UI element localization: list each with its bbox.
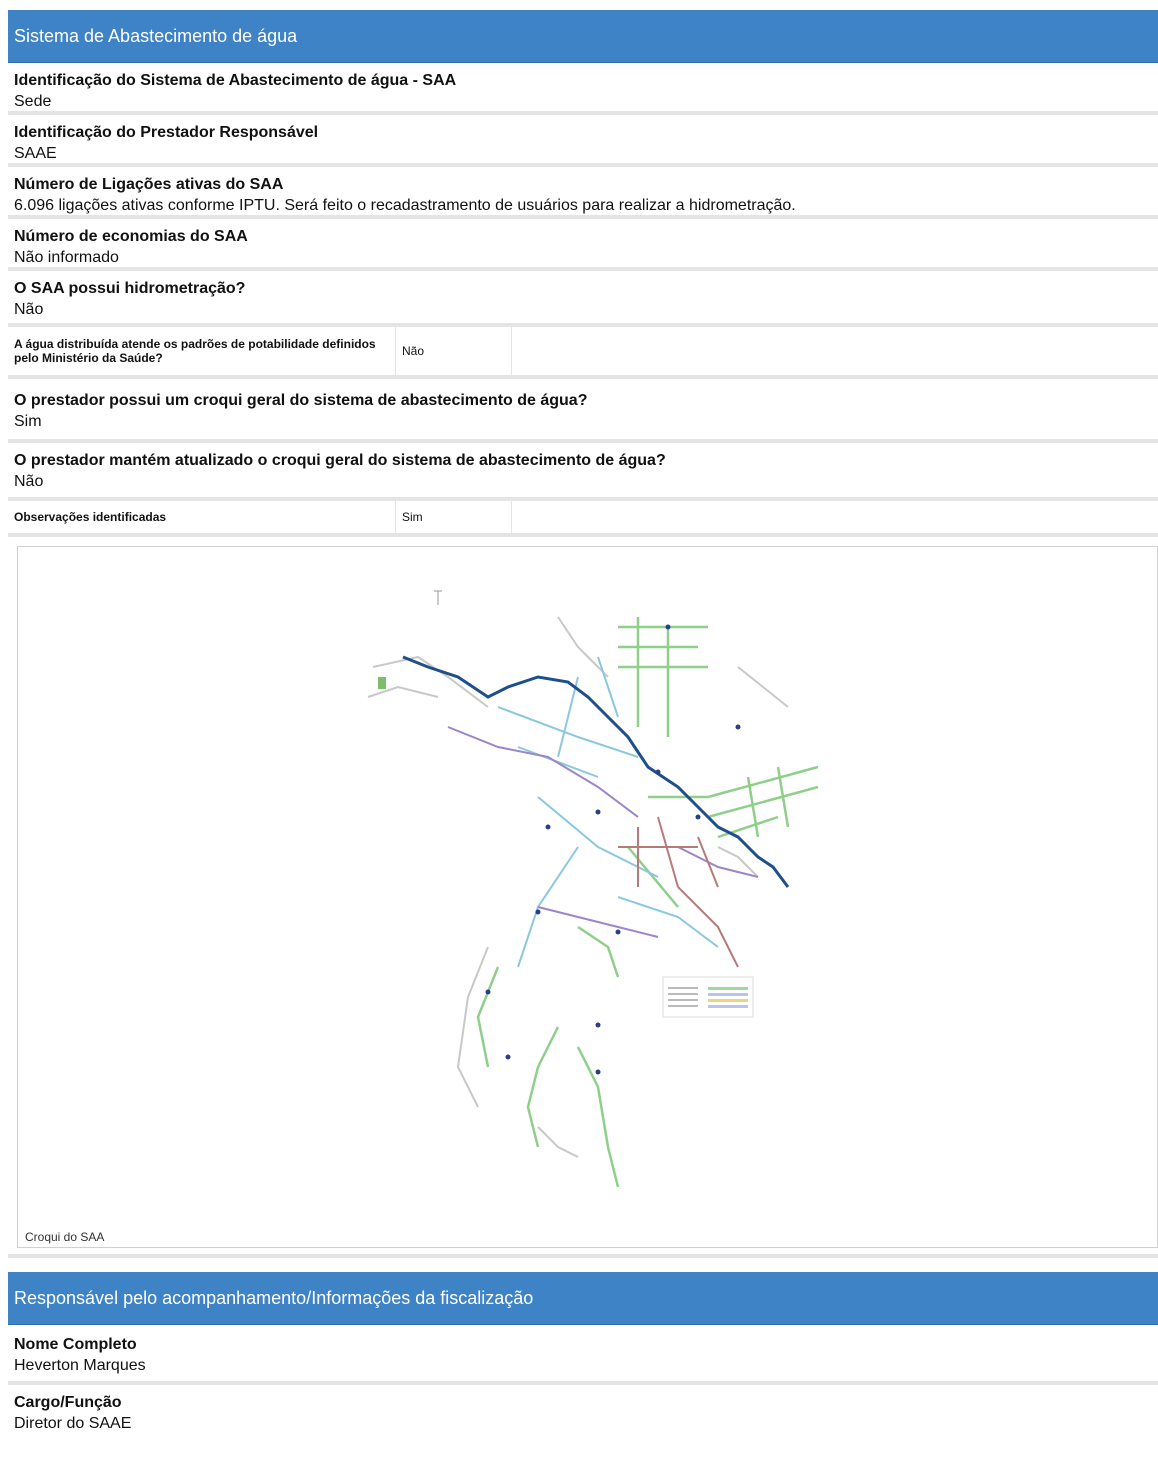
field-label: O prestador mantém atualizado o croqui g… (14, 452, 666, 469)
empty-cell (512, 501, 1158, 533)
map-legend (662, 976, 754, 1018)
field-active-connections: Número de Ligações ativas do SAA 6.096 l… (8, 167, 1158, 219)
field-value: SAAE (14, 145, 57, 162)
field-provider: Identificação do Prestador Responsável S… (8, 115, 1158, 167)
field-label: Cargo/Função (14, 1394, 122, 1411)
field-full-name: Nome Completo Heverton Marques (8, 1325, 1158, 1385)
field-value: Sim (14, 413, 42, 430)
field-value: Diretor do SAAE (14, 1415, 132, 1432)
empty-cell (512, 327, 1158, 375)
page: Sistema de Abastecimento de água Identif… (8, 10, 1158, 1437)
field-label: Número de economias do SAA (14, 228, 248, 245)
field-saa-identification: Identificação do Sistema de Abasteciment… (8, 63, 1158, 115)
observations-label: Observações identificadas (8, 501, 396, 533)
water-network-map (367, 590, 819, 1188)
section-header-responsavel: Responsável pelo acompanhamento/Informaç… (8, 1272, 1158, 1325)
potability-label: A água distribuída atende os padrões de … (8, 327, 396, 375)
observations-value: Sim (396, 501, 512, 533)
field-sketch-updated: O prestador mantém atualizado o croqui g… (8, 443, 1158, 501)
field-label: Identificação do Prestador Responsável (14, 124, 319, 141)
figure-caption: Croqui do SAA (25, 1230, 105, 1244)
field-value: Heverton Marques (14, 1357, 146, 1374)
field-economies: Número de economias do SAA Não informado (8, 219, 1158, 271)
field-label: Identificação do Sistema de Abasteciment… (14, 72, 457, 89)
field-label: Número de Ligações ativas do SAA (14, 176, 284, 193)
section-header-saa: Sistema de Abastecimento de água (8, 10, 1158, 63)
field-metering: O SAA possui hidrometração? Não (8, 271, 1158, 327)
sketch-figure: Croqui do SAA (17, 546, 1158, 1248)
field-sketch-exists: O prestador possui um croqui geral do si… (8, 379, 1158, 443)
field-value: 6.096 ligações ativas conforme IPTU. Ser… (14, 197, 796, 214)
figure-container: Croqui do SAA (8, 537, 1158, 1258)
row-potability: A água distribuída atende os padrões de … (8, 327, 1158, 379)
field-role: Cargo/Função Diretor do SAAE (8, 1385, 1158, 1437)
field-value: Não informado (14, 249, 119, 266)
field-value: Não (14, 473, 44, 490)
field-label: O prestador possui um croqui geral do si… (14, 392, 588, 409)
field-value: Não (14, 301, 44, 318)
field-value: Sede (14, 93, 52, 110)
field-label: O SAA possui hidrometração? (14, 280, 246, 297)
potability-value: Não (396, 327, 512, 375)
field-label: Nome Completo (14, 1336, 137, 1353)
row-observations: Observações identificadas Sim (8, 501, 1158, 537)
